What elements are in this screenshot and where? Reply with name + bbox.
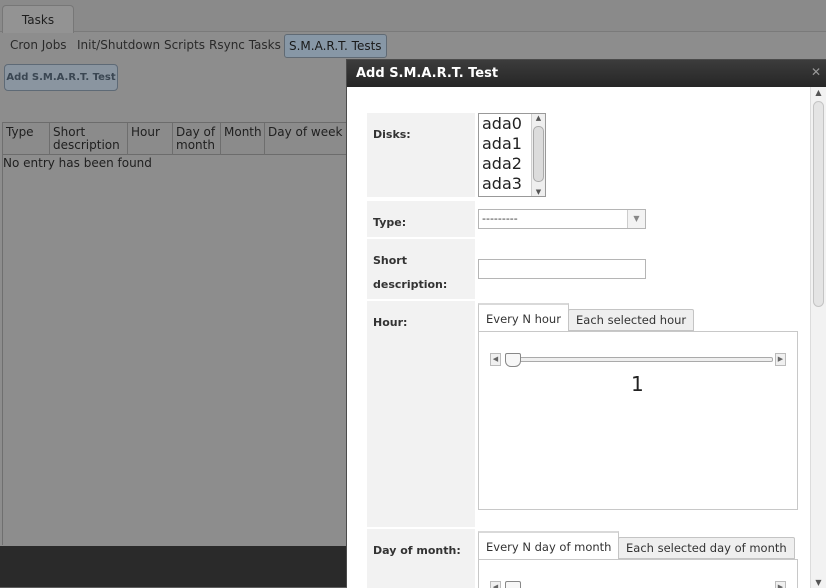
column-header-short-description[interactable]: Short description (50, 123, 128, 155)
top-tab-bar: Tasks (0, 0, 826, 33)
short-description-label: Short description: (367, 239, 475, 299)
slider-right-arrow-icon[interactable]: ▶ (775, 353, 786, 366)
dialog-scrollbar[interactable]: ▲ ▼ (810, 87, 826, 588)
dialog-title: Add S.M.A.R.T. Test (356, 66, 499, 81)
type-select-value: --------- (482, 212, 518, 225)
day-of-month-label: Day of month: (367, 529, 475, 588)
column-header-day-of-month[interactable]: Day of month (173, 123, 221, 155)
scroll-down-icon[interactable]: ▼ (811, 578, 826, 587)
tab-each-selected-day-of-month[interactable]: Each selected day of month (618, 537, 795, 559)
hour-label: Hour: (367, 301, 475, 527)
type-label: Type: (367, 201, 475, 237)
scroll-down-icon[interactable]: ▼ (532, 188, 545, 196)
tab-each-selected-hour[interactable]: Each selected hour (568, 309, 695, 331)
grid-header: Type Short description Hour Day of month… (3, 122, 349, 155)
column-header-day-of-week[interactable]: Day of week (265, 123, 349, 155)
empty-grid-message: No entry has been found (3, 156, 152, 170)
hour-slider-track[interactable] (507, 357, 773, 362)
dialog-body: Disks: ada0 ada1 ada2 ada3 ▲ ▼ Type: ---… (347, 87, 810, 588)
sub-tab-init-shutdown-scripts[interactable]: Init/Shutdown Scripts (73, 34, 209, 58)
disks-label: Disks: (367, 113, 475, 197)
add-smart-test-dialog: Add S.M.A.R.T. Test ✕ Disks: ada0 ada1 a… (346, 59, 826, 588)
column-header-type[interactable]: Type (3, 123, 50, 155)
add-smart-test-button[interactable]: Add S.M.A.R.T. Test (4, 64, 118, 91)
disks-scroll-thumb[interactable] (533, 126, 544, 182)
dialog-title-bar[interactable]: Add S.M.A.R.T. Test ✕ (347, 60, 826, 87)
hour-tab-panel: ◀ ▶ 1 (478, 331, 798, 510)
smart-tests-grid: Type Short description Hour Day of month… (2, 122, 349, 545)
tab-tasks[interactable]: Tasks (2, 5, 74, 33)
short-description-input[interactable] (478, 259, 646, 279)
type-select[interactable]: --------- ▼ (478, 209, 646, 229)
tab-every-n-day-of-month[interactable]: Every N day of month (478, 531, 620, 559)
chevron-down-icon[interactable]: ▼ (627, 210, 645, 228)
close-icon[interactable]: ✕ (810, 66, 822, 78)
scroll-up-icon[interactable]: ▲ (532, 114, 545, 122)
sub-tab-cron-jobs[interactable]: Cron Jobs (6, 34, 71, 58)
disks-listbox[interactable]: ada0 ada1 ada2 ada3 ▲ ▼ (478, 113, 546, 197)
column-header-month[interactable]: Month (221, 123, 265, 155)
column-header-hour[interactable]: Hour (128, 123, 173, 155)
slider-left-arrow-icon[interactable]: ◀ (490, 353, 501, 366)
sub-tab-rsync-tasks[interactable]: Rsync Tasks (205, 34, 285, 58)
disks-scrollbar[interactable]: ▲ ▼ (531, 114, 545, 196)
sub-tab-bar: Cron Jobs Init/Shutdown Scripts Rsync Ta… (0, 32, 826, 59)
dialog-scroll-thumb[interactable] (813, 101, 824, 307)
hour-slider-value: 1 (631, 372, 644, 396)
tab-every-n-hour[interactable]: Every N hour (478, 303, 569, 331)
sub-tab-smart-tests[interactable]: S.M.A.R.T. Tests (284, 34, 387, 58)
day-of-month-tab-panel: ◀ ▶ (478, 559, 798, 588)
scroll-up-icon[interactable]: ▲ (811, 88, 826, 97)
hour-slider-handle[interactable] (505, 353, 521, 367)
